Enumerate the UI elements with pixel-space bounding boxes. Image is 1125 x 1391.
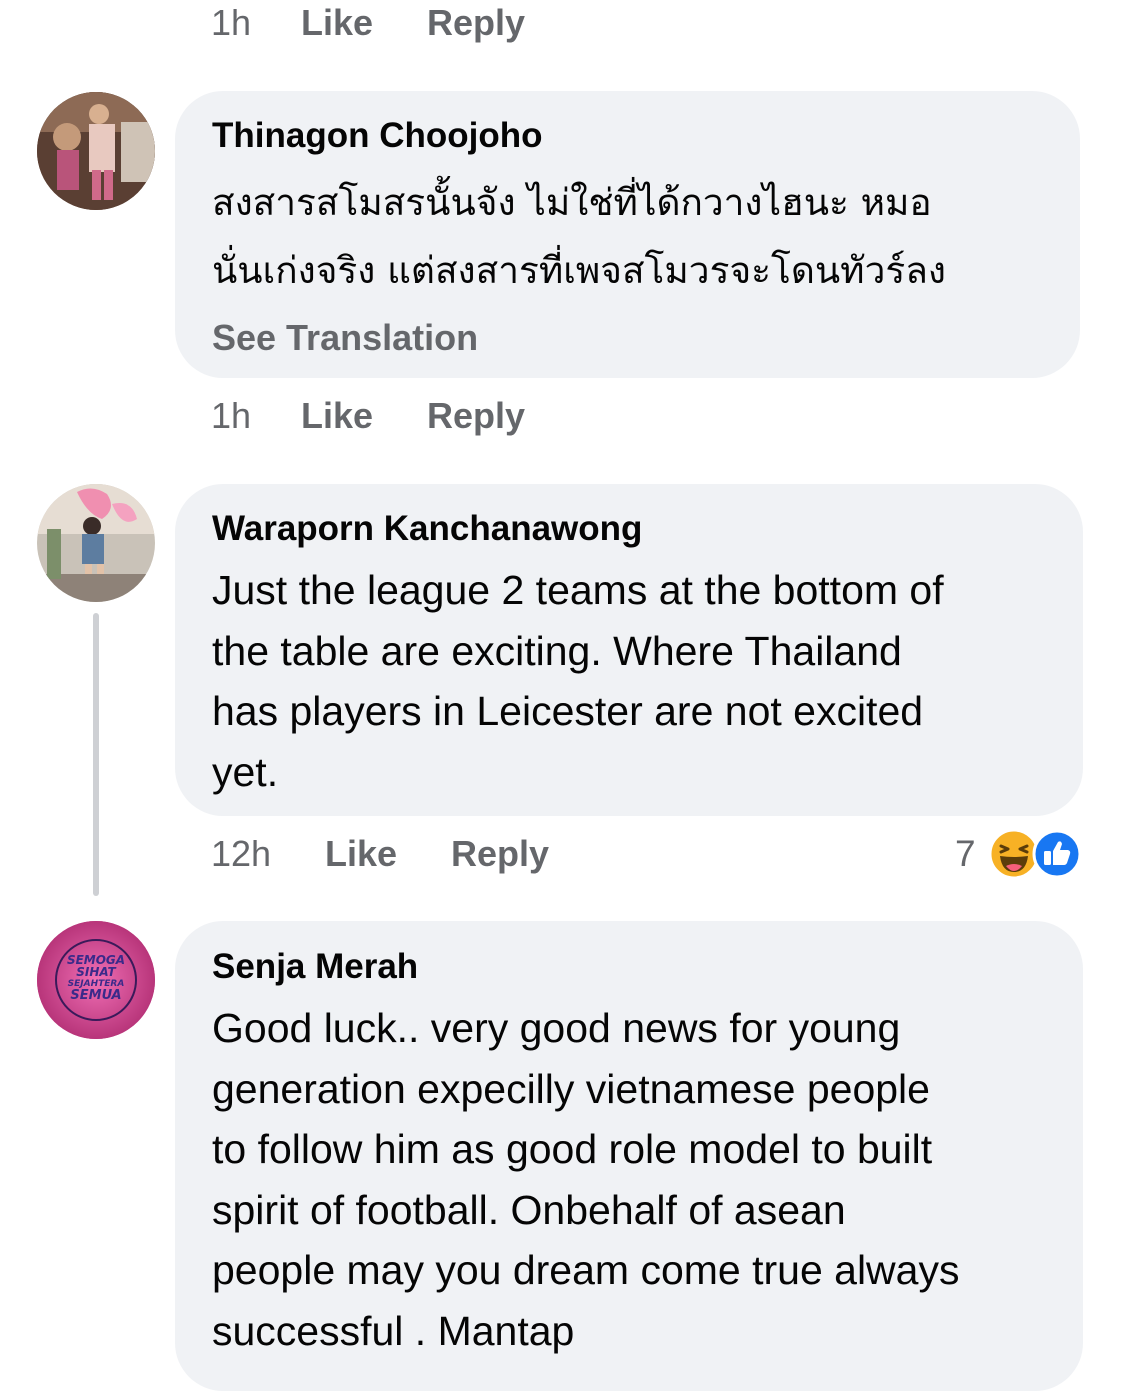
avatar-photo-icon xyxy=(37,92,155,210)
comment-line: generation expecilly vietnamese people xyxy=(212,1065,930,1112)
avatar-photo-icon xyxy=(37,484,155,602)
avatar[interactable] xyxy=(37,484,155,602)
comment-author[interactable]: Senja Merah xyxy=(212,947,418,987)
avatar-text-line: SIHAT xyxy=(76,965,116,979)
comment-line: yet. xyxy=(212,748,279,795)
comment-line: to follow him as good role model to buil… xyxy=(212,1126,933,1172)
comment-line: people may you dream come true always xyxy=(212,1247,960,1293)
comment-author[interactable]: Waraporn Kanchanawong xyxy=(212,509,642,549)
comment-line: สงสารสโมสรนั้นจัง ไม่ใช่ที่ได้กวางไฮนะ ห… xyxy=(212,181,932,224)
comment-time: 1h xyxy=(211,395,252,436)
reply-button[interactable]: Reply xyxy=(451,833,549,875)
like-icon xyxy=(1032,829,1082,879)
comment-line: Good luck.. very good news for young xyxy=(212,1005,901,1051)
comment-bubble: Waraporn Kanchanawong Just the league 2 … xyxy=(175,484,1083,816)
avatar-text: SEMOGA SIHAT SEJAHTERA SEMUA xyxy=(37,954,155,1002)
comment-time: 1h xyxy=(211,2,252,43)
comment-author[interactable]: Thinagon Choojoho xyxy=(212,116,542,156)
comment-text: Just the league 2 teams at the bottom of… xyxy=(212,560,944,802)
comment-text: สงสารสโมสรนั้นจัง ไม่ใช่ที่ได้กวางไฮนะ ห… xyxy=(212,169,946,305)
comment-line: the table are exciting. Where Thailand xyxy=(212,627,902,674)
comment-bubble: Thinagon Choojoho สงสารสโมสรนั้นจัง ไม่ใ… xyxy=(175,91,1080,378)
thread-line xyxy=(93,613,99,896)
comment-line: successful . Mantap xyxy=(212,1307,575,1354)
comment-line: Just the league 2 teams at the bottom of xyxy=(212,567,944,613)
avatar[interactable]: SEMOGA SIHAT SEJAHTERA SEMUA xyxy=(37,921,155,1039)
reply-button[interactable]: Reply xyxy=(427,2,525,44)
reactions-summary[interactable]: 7 xyxy=(955,828,1082,880)
see-translation-link[interactable]: See Translation xyxy=(212,317,478,359)
comment-line: นั่นเก่งจริง แต่สงสารที่เพจสโมวรจะโดนทัว… xyxy=(212,249,946,292)
comment-time: 12h xyxy=(211,833,272,874)
like-button[interactable]: Like xyxy=(301,2,373,44)
like-button[interactable]: Like xyxy=(325,833,397,875)
avatar[interactable] xyxy=(37,92,155,210)
avatar-text-line: SEMUA xyxy=(70,988,122,1003)
reaction-count: 7 xyxy=(955,833,976,874)
comment-bubble: Senja Merah Good luck.. very good news f… xyxy=(175,921,1083,1391)
comment-line: has players in Leicester are not excited xyxy=(212,688,924,734)
like-button[interactable]: Like xyxy=(301,395,373,437)
comment-line: spirit of football. Onbehalf of asean xyxy=(212,1186,846,1233)
reply-button[interactable]: Reply xyxy=(427,395,525,437)
comment-text: Good luck.. very good news for young gen… xyxy=(212,998,959,1361)
